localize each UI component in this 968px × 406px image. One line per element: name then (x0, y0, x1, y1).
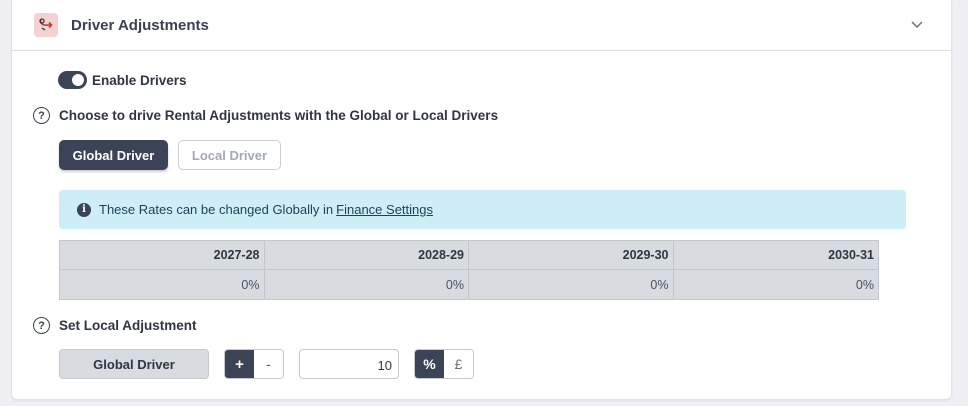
driver-choice-question: Choose to drive Rental Adjustments with … (59, 108, 499, 123)
card-title: Driver Adjustments (71, 17, 209, 34)
enable-drivers-toggle[interactable] (58, 71, 87, 89)
enable-drivers-label: Enable Drivers (92, 73, 187, 88)
help-icon[interactable]: ? (33, 107, 50, 124)
help-icon[interactable]: ? (33, 317, 50, 334)
global-driver-button[interactable]: Global Driver (59, 140, 168, 170)
info-banner: i These Rates can be changed Globally in… (59, 190, 906, 229)
sign-toggle: + - (224, 349, 284, 379)
info-text: These Rates can be changed Globally in (99, 202, 334, 217)
plus-button[interactable]: + (225, 350, 254, 378)
table-header: 2030-31 (673, 241, 878, 270)
card-header[interactable]: Driver Adjustments (12, 0, 951, 51)
pound-button[interactable]: £ (444, 350, 473, 378)
driver-route-icon (34, 13, 58, 37)
percent-button[interactable]: % (415, 350, 444, 378)
table-header: 2027-28 (60, 241, 265, 270)
global-driver-select[interactable]: Global Driver (59, 349, 209, 379)
chevron-down-icon[interactable] (910, 17, 924, 31)
table-cell: 0% (469, 270, 674, 300)
rates-table: 2027-28 2028-29 2029-30 2030-31 0% 0% 0%… (59, 240, 879, 300)
table-header: 2029-30 (469, 241, 674, 270)
table-cell: 0% (855, 278, 874, 292)
minus-button[interactable]: - (254, 350, 283, 378)
table-header: 2028-29 (264, 241, 469, 270)
table-cell: 0% (60, 270, 265, 300)
local-driver-button[interactable]: Local Driver (178, 140, 281, 170)
finance-settings-link[interactable]: Finance Settings (336, 202, 433, 217)
adjustment-value-input[interactable]: 10 (299, 349, 399, 379)
local-adjustment-label: Set Local Adjustment (59, 318, 197, 333)
info-icon: i (77, 202, 91, 217)
driver-adjustments-card: Driver Adjustments Enable Drivers ? Choo… (11, 0, 952, 400)
unit-toggle: % £ (414, 349, 474, 379)
table-cell: 0% (265, 270, 469, 300)
